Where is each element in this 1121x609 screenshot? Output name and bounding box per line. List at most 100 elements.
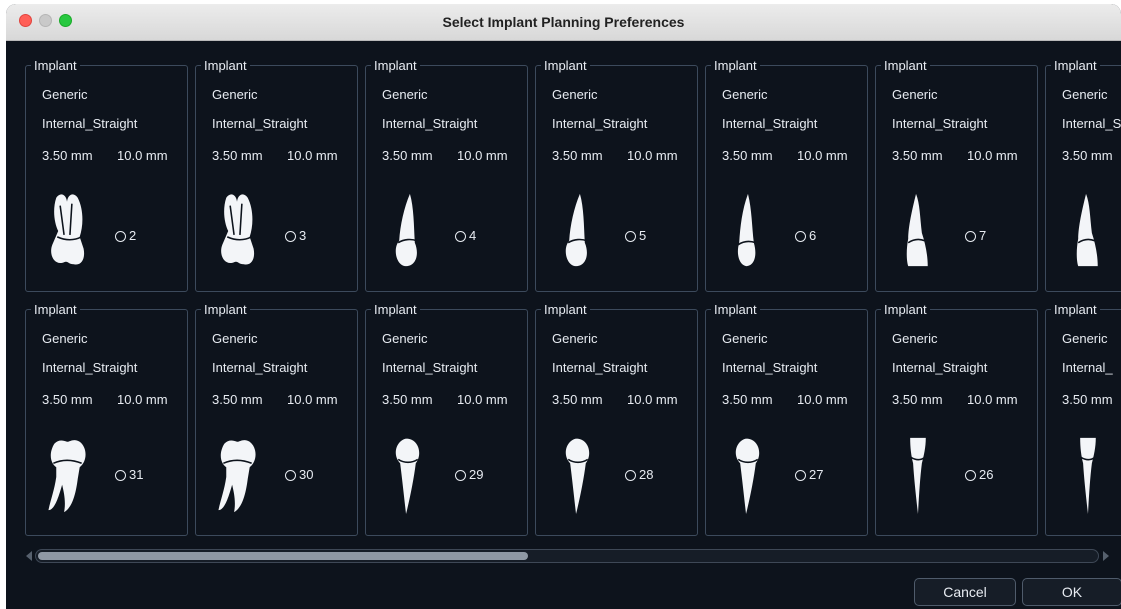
horizontal-scrollbar[interactable] (26, 549, 1109, 563)
tooth-radio-button[interactable] (285, 231, 296, 242)
implant-group-label: Implant (31, 58, 80, 73)
implant-diameter: 3.50 mm (1062, 392, 1113, 407)
tooth-radio-button[interactable] (625, 470, 636, 481)
tooth-number: 30 (299, 467, 314, 482)
implant-brand: Generic (1062, 331, 1108, 346)
implant-connection-type: Internal_Straight (382, 116, 478, 131)
implant-diameter: 3.50 mm (382, 392, 433, 407)
implant-diameter: 3.50 mm (212, 392, 263, 407)
tooth-radio-button[interactable] (285, 470, 296, 481)
implant-card: Implant Generic Internal_Straight 3.50 mm 10… (365, 58, 528, 292)
implant-length: 10.0 mm (797, 148, 848, 163)
tooth-icon (565, 438, 590, 515)
tooth-number: 2 (129, 228, 137, 243)
ok-button[interactable]: OK (1022, 578, 1121, 606)
tooth-icon (910, 437, 926, 515)
tooth-number: 28 (639, 467, 654, 482)
implant-brand: Generic (892, 331, 938, 346)
implant-card: Implant Generic Internal_Straight 3.50 mm 10… (875, 58, 1038, 292)
implant-connection-type: Internal_Straight (212, 116, 308, 131)
tooth-number: 4 (469, 228, 477, 243)
implant-card: Implant Generic Internal_S 3.50 mm (1045, 58, 1121, 292)
implant-brand: Generic (552, 87, 598, 102)
tooth-number: 29 (469, 467, 484, 482)
implant-brand: Generic (892, 87, 938, 102)
cancel-button[interactable]: Cancel (914, 578, 1016, 606)
implant-group-label: Implant (1051, 302, 1100, 317)
implant-card: Implant Generic Internal_Straight 3.50 mm 10… (705, 58, 868, 292)
implant-connection-type: Internal_Straight (552, 360, 648, 375)
implant-brand: Generic (212, 87, 258, 102)
tooth-number: 3 (299, 228, 307, 243)
tooth-icon (51, 194, 85, 265)
implant-brand: Generic (42, 331, 88, 346)
implant-group-label: Implant (201, 58, 250, 73)
implant-brand: Generic (42, 87, 88, 102)
tooth-icon (1080, 437, 1096, 515)
tooth-radio-button[interactable] (965, 470, 976, 481)
implant-length: 10.0 mm (627, 392, 678, 407)
tooth-number: 7 (979, 228, 987, 243)
tooth-icon (906, 193, 928, 267)
scrollbar-thumb[interactable] (38, 552, 528, 560)
implant-diameter: 3.50 mm (722, 148, 773, 163)
tooth-icon (737, 193, 757, 267)
implant-brand: Generic (722, 331, 768, 346)
tooth-icon (565, 193, 588, 267)
implant-brand: Generic (212, 331, 258, 346)
implant-length: 10.0 mm (797, 392, 848, 407)
implant-group-label: Implant (881, 302, 930, 317)
tooth-radio-button[interactable] (455, 231, 466, 242)
scrollbar-track[interactable] (35, 549, 1099, 563)
tooth-icon (218, 440, 256, 513)
implant-length: 10.0 mm (287, 392, 338, 407)
tooth-radio-button[interactable] (115, 231, 126, 242)
implant-diameter: 3.50 mm (552, 392, 603, 407)
scroll-right-arrow-icon[interactable] (1103, 551, 1109, 561)
implant-brand: Generic (382, 331, 428, 346)
implant-diameter: 3.50 mm (42, 148, 93, 163)
implant-diameter: 3.50 mm (212, 148, 263, 163)
dialog-window: Select Implant Planning Preferences Impl… (6, 4, 1121, 609)
implant-diameter: 3.50 mm (42, 392, 93, 407)
tooth-number: 26 (979, 467, 994, 482)
implant-connection-type: Internal_Straight (552, 116, 648, 131)
tooth-radio-button[interactable] (625, 231, 636, 242)
implant-connection-type: Internal_Straight (892, 360, 988, 375)
implant-connection-type: Internal_S (1062, 116, 1121, 131)
dialog-title: Select Implant Planning Preferences (442, 14, 685, 30)
implant-card: Implant Generic Internal_Straight 3.50 mm 10… (705, 302, 868, 536)
tooth-icon (735, 438, 760, 515)
tooth-number: 27 (809, 467, 824, 482)
implant-connection-type: Internal_Straight (382, 360, 478, 375)
implant-group-label: Implant (881, 58, 930, 73)
tooth-radio-button[interactable] (965, 231, 976, 242)
implant-group-label: Implant (371, 302, 420, 317)
tooth-icon (221, 194, 255, 265)
implant-brand: Generic (382, 87, 428, 102)
tooth-radio-button[interactable] (795, 470, 806, 481)
implant-diameter: 3.50 mm (1062, 148, 1113, 163)
implant-diameter: 3.50 mm (382, 148, 433, 163)
implant-diameter: 3.50 mm (892, 148, 943, 163)
implant-length: 10.0 mm (457, 148, 508, 163)
implant-card: Implant Generic Internal_Straight 3.50 mm 10… (25, 302, 188, 536)
implant-connection-type: Internal_Straight (892, 116, 988, 131)
scroll-left-arrow-icon[interactable] (26, 551, 32, 561)
implant-card: Implant Generic Internal_Straight 3.50 mm 10… (365, 302, 528, 536)
implant-connection-type: Internal_Straight (722, 360, 818, 375)
tooth-radio-button[interactable] (795, 231, 806, 242)
implant-group-label: Implant (1051, 58, 1100, 73)
implant-length: 10.0 mm (117, 148, 168, 163)
implant-connection-type: Internal_Straight (42, 116, 138, 131)
implant-group-label: Implant (371, 58, 420, 73)
implant-group-label: Implant (31, 302, 80, 317)
tooth-number: 31 (129, 467, 144, 482)
tooth-radio-button[interactable] (455, 470, 466, 481)
implant-connection-type: Internal_Straight (722, 116, 818, 131)
implant-brand: Generic (552, 331, 598, 346)
tooth-radio-button[interactable] (115, 470, 126, 481)
implant-group-label: Implant (541, 58, 590, 73)
implant-card: Implant Generic Internal_Straight 3.50 mm 10… (195, 302, 358, 536)
implant-length: 10.0 mm (457, 392, 508, 407)
